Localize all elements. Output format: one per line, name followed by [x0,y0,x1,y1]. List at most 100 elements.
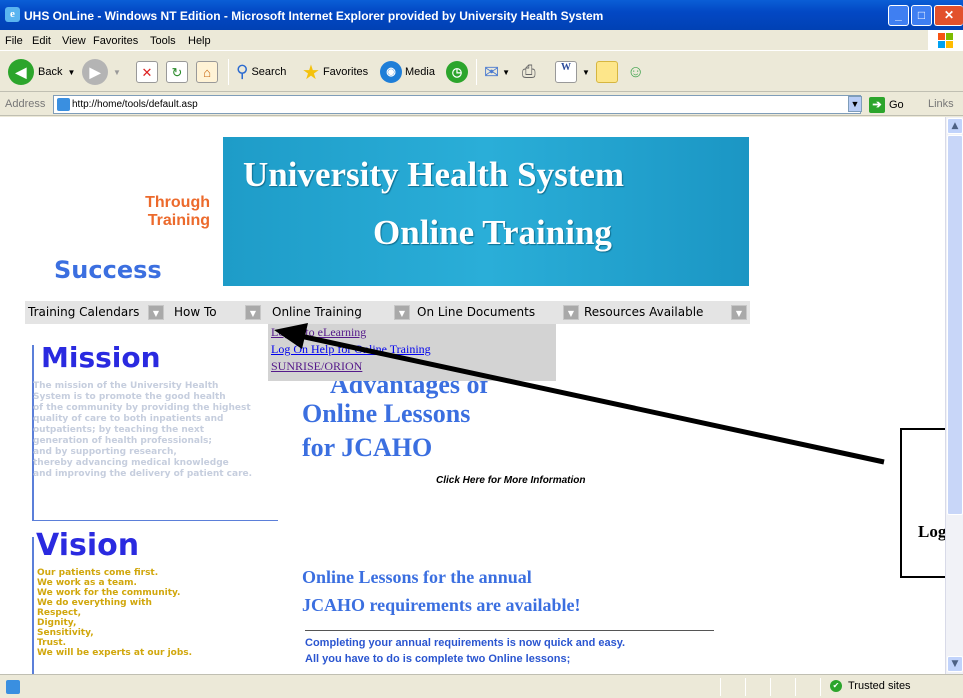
menu-file[interactable]: File [5,35,23,47]
divider [305,630,714,631]
completing-text: Completing your annual requirements is n… [305,637,626,665]
folder-icon [596,61,618,83]
search-icon: ⚲ [236,62,249,81]
toolbar: ◀ Back ▼ ▶ ▼ ✕ ↻ ⌂ ⚲ Search ★ Favorites … [0,50,963,92]
advantages-heading[interactable]: for JCAHO [302,433,432,463]
window-title: UHS OnLine - Windows NT Edition - Micros… [24,9,604,23]
menu-item-logon-help[interactable]: Log On Help for Online Training [271,341,556,358]
chevron-down-icon[interactable]: ▼ [394,305,410,320]
favorites-button[interactable]: ★ Favorites [302,57,368,87]
page-icon [6,680,20,694]
address-input[interactable]: http://home/tools/default.asp [53,95,861,114]
go-button[interactable]: ➔ Go [869,96,904,113]
nav-online-documents[interactable]: On Line Documents [414,301,581,324]
print-button[interactable]: ⎙ [522,57,536,87]
annual-heading: JCAHO requirements are available! [302,595,581,615]
dropdown-arrow-icon: ▼ [67,67,76,77]
star-icon: ★ [302,61,320,84]
banner-title: University Health System [243,155,625,194]
menu-item-sunrise-orion[interactable]: SUNRISE/ORION [271,358,556,375]
page-viewport: University Health System Online Training… [0,117,945,674]
zone-label: Trusted sites [848,680,911,692]
more-info-link[interactable]: Click Here for More Information [436,475,585,486]
address-url: http://home/tools/default.asp [72,99,198,110]
refresh-icon: ↻ [166,61,188,83]
menu-bar: File Edit View Favorites Tools Help [0,30,963,50]
banner: University Health System Online Training [223,137,749,286]
messenger-button[interactable]: ☺ [627,57,644,87]
history-button[interactable]: ◷ [446,57,468,87]
slogan-training: Training [147,212,210,229]
search-button[interactable]: ⚲ Search [236,57,286,87]
back-arrow-icon: ◀ [8,59,34,85]
scroll-up-button[interactable]: ▲ [947,118,963,134]
slogan-success: Success [54,256,162,284]
address-dropdown-button[interactable]: ▼ [848,96,862,112]
status-bar: ✔ Trusted sites [0,674,963,698]
callout-text: Log [918,522,945,541]
chevron-down-icon[interactable]: ▼ [148,305,164,320]
slogan-through: Through [145,194,210,211]
callout-box: Log [900,428,945,578]
chevron-down-icon[interactable]: ▼ [245,305,261,320]
ie-icon: e [5,7,20,22]
windows-logo-icon [928,30,963,50]
media-button[interactable]: ◉ Media [380,57,435,87]
media-icon: ◉ [380,61,402,83]
discuss-button[interactable] [596,57,618,87]
menu-view[interactable]: View [62,35,86,47]
nav-resources-available[interactable]: Resources Available [581,301,750,324]
dropdown-arrow-icon: ▼ [502,67,511,77]
menu-item-logon-elearning[interactable]: Logon to eLearning [271,324,556,341]
security-zone: ✔ Trusted sites [830,680,911,692]
check-icon: ✔ [830,680,842,692]
page-icon [57,98,70,111]
menu-favorites[interactable]: Favorites [93,35,138,47]
online-training-dropdown: Logon to eLearning Log On Help for Onlin… [268,324,556,381]
go-arrow-icon: ➔ [869,96,885,113]
forward-button[interactable]: ▶ ▼ [82,57,121,87]
menu-tools[interactable]: Tools [150,35,176,47]
stop-button[interactable]: ✕ [136,57,158,87]
back-button[interactable]: ◀ Back ▼ [8,57,75,87]
home-button[interactable]: ⌂ [196,57,218,87]
banner-subtitle: Online Training [373,213,612,252]
history-icon: ◷ [446,61,468,83]
mission-text: The mission of the University Health Sys… [33,381,253,479]
menu-help[interactable]: Help [188,35,211,47]
dropdown-arrow-icon: ▼ [582,67,590,77]
address-label: Address [5,98,46,110]
vision-text: Our patients come first. We work as a te… [37,568,193,658]
stop-icon: ✕ [136,61,158,83]
home-icon: ⌂ [196,61,218,83]
edit-button[interactable]: W ▼ [555,57,590,87]
nav-bar: Training Calendars ▼ How To ▼ Online Tra… [25,301,750,324]
word-icon: W [555,61,577,83]
close-button[interactable]: ✕ [934,5,963,26]
slogan: Through Training [135,194,210,230]
scroll-thumb[interactable] [947,135,963,515]
print-icon: ⎙ [522,62,536,81]
annual-heading: Online Lessons for the annual [302,567,532,587]
dropdown-arrow-icon: ▼ [113,67,121,77]
mail-button[interactable]: ✉ ▼ [484,57,510,87]
forward-arrow-icon: ▶ [82,59,108,85]
mission-title: Mission [41,341,161,374]
refresh-button[interactable]: ↻ [166,57,188,87]
minimize-button[interactable]: _ [888,5,909,26]
maximize-button[interactable]: □ [911,5,932,26]
chevron-down-icon[interactable]: ▼ [731,305,747,320]
mail-icon: ✉ [484,61,500,82]
divider [32,520,278,521]
address-bar: Address http://home/tools/default.asp ▼ … [0,92,963,116]
title-bar: e UHS OnLine - Windows NT Edition - Micr… [0,0,963,30]
scroll-down-button[interactable]: ▼ [947,656,963,672]
divider [32,537,34,674]
advantages-heading[interactable]: Online Lessons [302,399,470,429]
vertical-scrollbar[interactable]: ▲ ▼ [945,117,963,674]
chevron-down-icon[interactable]: ▼ [563,305,579,320]
vision-title: Vision [36,528,140,563]
messenger-icon: ☺ [627,62,645,81]
menu-edit[interactable]: Edit [32,35,51,47]
links-button[interactable]: Links [928,98,954,110]
